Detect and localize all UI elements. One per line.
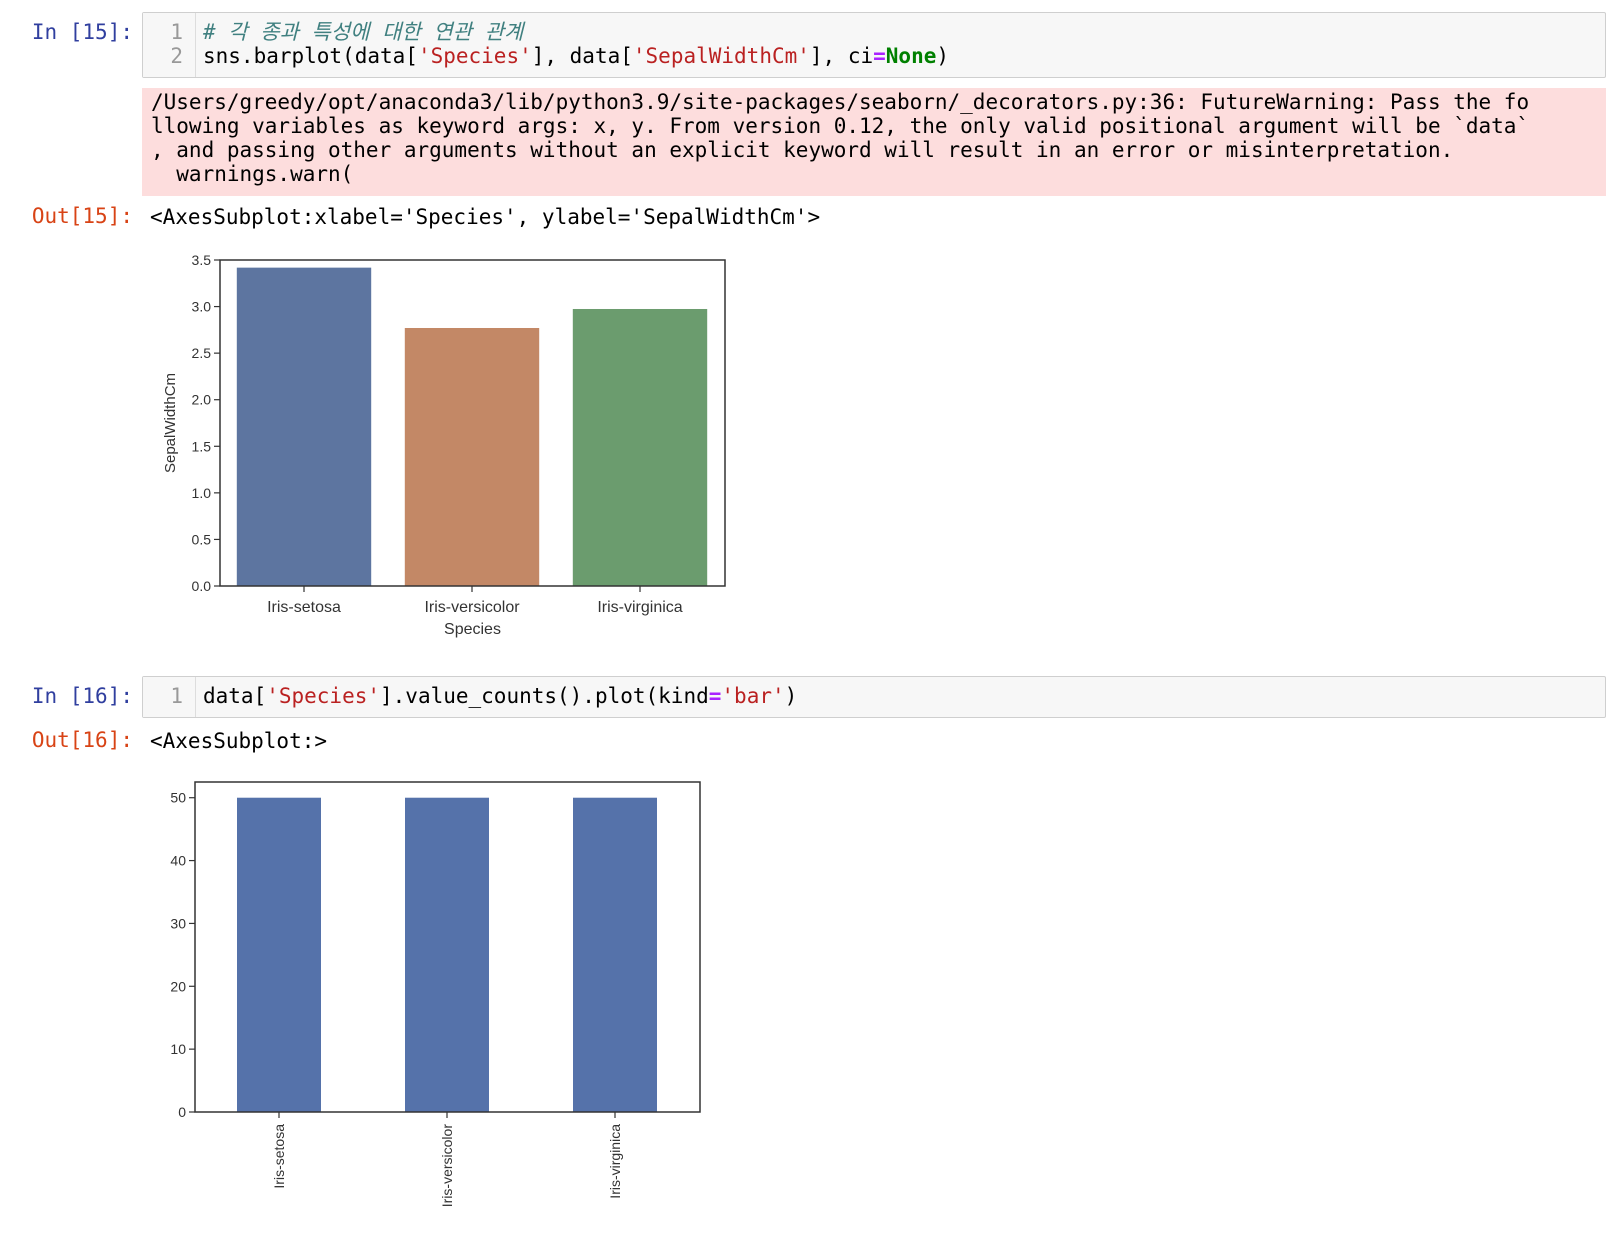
code-string: 'Species'	[417, 44, 532, 68]
y-tick-label: 40	[170, 853, 186, 869]
y-tick-label: 1.0	[192, 485, 212, 501]
code-string: 'SepalWidthCm'	[632, 44, 810, 68]
warning-line: /Users/greedy/opt/anaconda3/lib/python3.…	[151, 90, 1530, 114]
y-tick-label: 0	[178, 1104, 186, 1120]
y-tick-label: 3.0	[192, 299, 212, 315]
y-axis-label: SepalWidthCm	[162, 373, 179, 473]
code-token: ], data[	[531, 44, 633, 68]
code-token: sns.barplot(data[	[203, 44, 418, 68]
y-tick-label: 2.5	[192, 345, 212, 361]
out-prompt-16: Out[16]:	[31, 728, 133, 752]
seaborn-barplot-chart: 0.0 0.5 1.0 1.5 2.0 2.5 3.0 3.5 Iris-setosa Iris-…	[162, 252, 726, 638]
x-tick-label: Iris-setosa	[267, 599, 341, 616]
x-tick-label: Iris-setosa	[271, 1124, 287, 1189]
code-token: )	[936, 44, 950, 68]
code-token: data[	[203, 684, 267, 708]
x-axis-label: Species	[444, 621, 501, 638]
output-repr-15: <AxesSubplot:xlabel='Species', ylabel='S…	[150, 205, 821, 229]
warning-line: warnings.warn(	[151, 162, 354, 186]
x-tick-label: Iris-versicolor	[424, 599, 520, 616]
in-prompt-15: In [15]:	[31, 20, 133, 44]
code-cell-16[interactable]: 1 data['Species'].value_counts().plot(ki…	[142, 676, 1606, 718]
stderr-warning-output: /Users/greedy/opt/anaconda3/lib/python3.…	[142, 88, 1606, 196]
code-comment: # 각 종과 특성에 대한 연관 관계	[203, 20, 524, 44]
code-line-comment: # 각 종과 특성에 대한 연관 관계	[203, 20, 523, 44]
bar-iris-virginica	[573, 797, 657, 1112]
code-operator: =	[708, 684, 722, 708]
bar-iris-setosa	[237, 797, 321, 1112]
bar-iris-versicolor	[405, 797, 489, 1112]
code-string: 'Species'	[266, 684, 381, 708]
x-tick-label: Iris-versicolor	[439, 1124, 455, 1208]
code-token: ].value_counts().plot(kind	[380, 684, 709, 708]
y-tick-label: 0.0	[192, 578, 212, 594]
code-cell-15[interactable]: 1 2 # 각 종과 특성에 대한 연관 관계 sns.barplot(data…	[142, 12, 1606, 78]
line-number: 1	[170, 684, 183, 708]
code-line-value-counts: data['Species'].value_counts().plot(kind…	[203, 684, 797, 708]
bar-iris-setosa	[236, 267, 372, 586]
warning-line: , and passing other arguments without an…	[151, 138, 1454, 162]
code-keyword: None	[885, 44, 937, 68]
x-tick-label: Iris-virginica	[607, 1124, 623, 1199]
pandas-bar-chart: 0 10 20 30 40 50 Iris-setosa Iris-versicolor Iri…	[170, 781, 701, 1208]
code-string: 'bar'	[721, 684, 785, 708]
y-tick-label: 50	[170, 790, 186, 806]
y-tick-label: 0.5	[192, 531, 212, 547]
code-operator: =	[873, 44, 886, 68]
x-tick-label: Iris-virginica	[597, 599, 682, 616]
code-token: ], ci	[809, 44, 874, 68]
out-prompt-15: Out[15]:	[31, 204, 133, 228]
y-tick-label: 2.0	[192, 392, 212, 408]
bar-iris-virginica	[572, 308, 708, 586]
code-token: )	[784, 684, 798, 708]
warning-line: llowing variables as keyword args: x, y.…	[151, 114, 1530, 138]
y-tick-label: 20	[170, 978, 186, 994]
y-tick-label: 30	[170, 915, 186, 931]
y-tick-label: 1.5	[192, 438, 212, 454]
code-line-barplot: sns.barplot(data['Species'], data['Sepal…	[203, 44, 949, 68]
output-repr-16: <AxesSubplot:>	[150, 729, 328, 753]
line-number: 2	[170, 44, 183, 68]
line-number: 1	[170, 20, 183, 44]
y-tick-label: 3.5	[192, 252, 212, 268]
in-prompt-16: In [16]:	[31, 684, 133, 708]
bar-iris-versicolor	[404, 327, 540, 586]
y-tick-label: 10	[170, 1041, 186, 1057]
